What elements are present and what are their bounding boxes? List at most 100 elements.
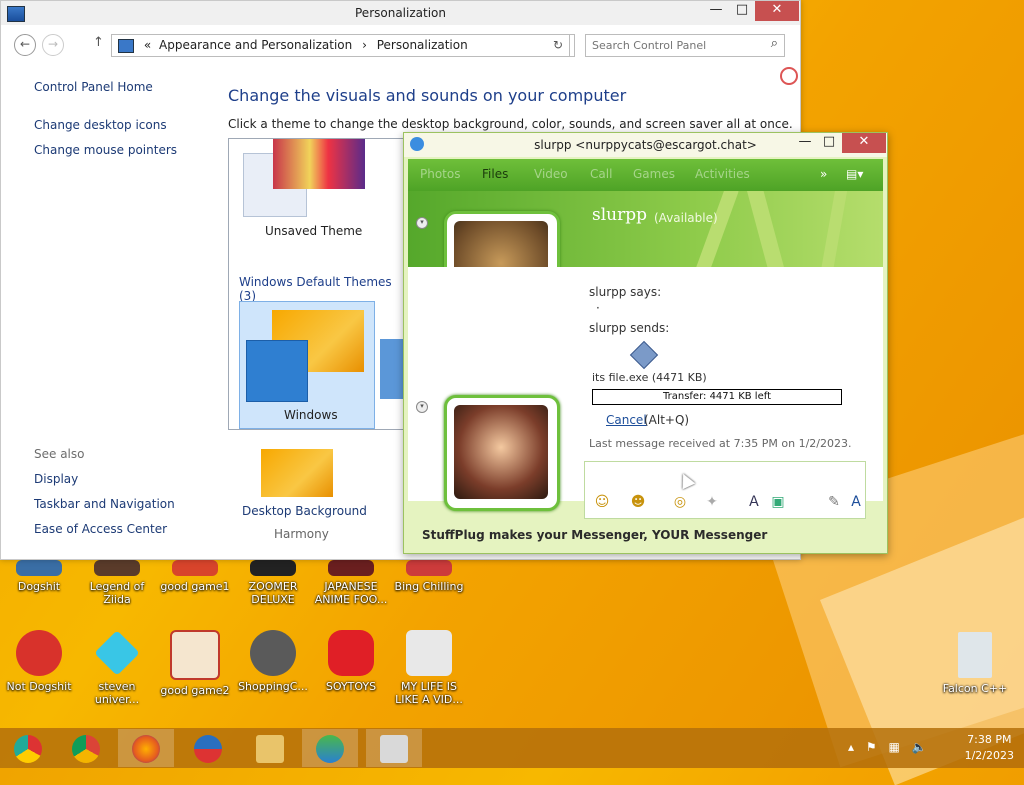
sends-label: slurpp sends: xyxy=(589,321,670,335)
theme-windows-label: Windows xyxy=(284,408,338,422)
show-hidden-icons[interactable]: ▴ xyxy=(848,740,854,754)
desktop-icon-my-life[interactable]: MY LIFE IS LIKE A VID... xyxy=(392,630,466,706)
desktop-icon-label: good game1 xyxy=(160,580,230,593)
network-icon[interactable]: ▦ xyxy=(888,740,899,754)
desktop-icon-legend-of-ziida[interactable]: Legend of Ziida xyxy=(80,560,154,606)
browser-icon xyxy=(14,735,42,763)
sidebar-item-change-desktop-icons[interactable]: Change desktop icons xyxy=(34,118,177,132)
desktop-icon-label: steven univer... xyxy=(94,680,140,706)
unsaved-theme-wallpaper xyxy=(273,139,365,189)
tab-photos[interactable]: Photos xyxy=(420,167,460,181)
messenger-title: slurpp <nurppycats@escargot.chat> xyxy=(534,138,757,152)
bamboo-decoration xyxy=(819,191,849,267)
desktop-icon-bing-chilling[interactable]: Bing Chilling xyxy=(392,560,466,593)
taskbar-chrome[interactable] xyxy=(58,729,114,767)
title-bar[interactable]: Personalization — □ ✕ xyxy=(1,1,800,25)
collapse-icon[interactable]: ▾ xyxy=(416,217,428,229)
see-also-ease-of-access[interactable]: Ease of Access Center xyxy=(34,522,175,536)
sidebar-item-change-mouse-pointers[interactable]: Change mouse pointers xyxy=(34,143,177,157)
desktop-icon-steven-universe[interactable]: steven univer... xyxy=(80,630,154,706)
back-button[interactable]: ← xyxy=(14,34,36,56)
desktop-icon-not-dogshit[interactable]: Not Dogshit xyxy=(2,630,76,693)
says-label: slurpp says: xyxy=(589,285,662,299)
torii-icon xyxy=(170,630,220,680)
desktop-icon-soytoys[interactable]: SOYTOYS xyxy=(314,630,388,693)
search-icon[interactable]: ⌕ xyxy=(771,36,778,51)
tab-files[interactable]: Files xyxy=(482,167,508,181)
address-bar[interactable]: « Appearance and Personalization › Perso… xyxy=(111,34,575,57)
message-input[interactable] xyxy=(588,465,862,491)
up-arrow-icon[interactable]: ↑ xyxy=(93,35,104,50)
desktop-icon-recycle-bin[interactable]: Falcon C++ xyxy=(938,632,1012,695)
voice-clip-icon[interactable]: ✦ xyxy=(703,493,721,511)
tab-games[interactable]: Games xyxy=(633,167,675,181)
breadcrumb-personalization[interactable]: Personalization xyxy=(377,38,468,52)
sidebar-item-control-panel-home[interactable]: Control Panel Home xyxy=(34,80,177,94)
close-button[interactable]: ✕ xyxy=(755,1,799,21)
messenger-tabs: Photos Files Video Call Games Activities… xyxy=(408,159,883,191)
font-icon[interactable]: Ａ xyxy=(745,493,763,511)
recycle-bin-icon xyxy=(958,632,992,678)
taskbar-browser[interactable] xyxy=(0,729,56,767)
search-input[interactable] xyxy=(586,35,768,55)
my-avatar[interactable] xyxy=(444,395,560,511)
taskbar-file-explorer[interactable] xyxy=(242,729,298,767)
taskbar-control-panel[interactable] xyxy=(366,729,422,767)
app-icon xyxy=(16,560,62,576)
maximize-button[interactable]: □ xyxy=(727,1,757,21)
desktop-icon-label: Bing Chilling xyxy=(394,580,464,593)
handwriting-icon[interactable]: ✎ xyxy=(825,493,843,511)
tab-video[interactable]: Video xyxy=(534,167,568,181)
wink-icon[interactable]: ☻ xyxy=(629,493,647,511)
desktop-icon-label: good game2 xyxy=(160,684,230,697)
unsaved-theme-label: Unsaved Theme xyxy=(265,224,363,238)
address-overflow[interactable]: « xyxy=(144,38,151,52)
desktop-icon-label: ZOOMER DELUXE xyxy=(248,580,298,606)
taskbar-obama[interactable] xyxy=(180,729,236,767)
desktop-icon-japanese-anime[interactable]: JAPANESE ANIME FOO... xyxy=(314,560,388,606)
tab-activities[interactable]: Activities xyxy=(695,167,750,181)
cancel-hotkey: (Alt+Q) xyxy=(644,413,690,427)
flag-icon[interactable]: ⚑ xyxy=(866,740,877,754)
desktop-icon-good-game1[interactable]: good game1 xyxy=(158,560,232,593)
diamond-icon xyxy=(94,630,140,676)
taskbar-messenger[interactable] xyxy=(302,729,358,767)
taskbar: ▴ ⚑ ▦ 🔈 7:38 PM 1/2/2023 xyxy=(0,728,1024,768)
bamboo-decoration xyxy=(689,191,741,267)
menu-icon[interactable]: ▤▾ xyxy=(846,167,863,181)
volume-icon[interactable]: 🔈 xyxy=(912,740,927,754)
help-icon[interactable] xyxy=(780,67,798,85)
more-tabs-icon[interactable]: » xyxy=(820,167,827,181)
close-button[interactable]: ✕ xyxy=(842,133,886,153)
taskbar-firefox[interactable] xyxy=(118,729,174,767)
desktop-icon-label: MY LIFE IS LIKE A VID... xyxy=(395,680,463,706)
desktop-icon-dogshit[interactable]: Dogshit xyxy=(2,560,76,593)
text-style-icon[interactable]: A xyxy=(847,493,865,511)
see-also-display[interactable]: Display xyxy=(34,472,175,486)
sidebar: Control Panel Home Change desktop icons … xyxy=(34,80,177,168)
forward-button[interactable]: → xyxy=(42,34,64,56)
nudge-icon[interactable]: ◎ xyxy=(671,493,689,511)
tab-call[interactable]: Call xyxy=(590,167,612,181)
taskbar-clock[interactable]: 7:38 PM 1/2/2023 xyxy=(965,732,1014,764)
desktop-background-link[interactable]: Desktop Background xyxy=(242,504,367,518)
cancel-transfer-link[interactable]: Cancel xyxy=(606,413,647,427)
collapse-icon[interactable]: ▾ xyxy=(416,401,428,413)
messenger-title-bar[interactable]: slurpp <nurppycats@escargot.chat> — □ ✕ xyxy=(404,133,887,157)
desktop-icon-good-game2[interactable]: good game2 xyxy=(158,630,232,697)
background-icon[interactable]: ▣ xyxy=(769,493,787,511)
theme-windows[interactable]: Windows xyxy=(239,301,375,429)
emoticon-icon[interactable]: ☺ xyxy=(593,493,611,511)
desktop-icon-zoomer-deluxe[interactable]: ZOOMER DELUXE xyxy=(236,560,310,606)
gamepad-icon xyxy=(406,630,452,676)
see-also-taskbar[interactable]: Taskbar and Navigation xyxy=(34,497,175,511)
desktop-background-thumbnail[interactable] xyxy=(261,449,333,497)
desktop-icon-shopping[interactable]: ShoppingC... xyxy=(236,630,310,693)
maximize-button[interactable]: □ xyxy=(814,133,844,153)
search-box[interactable]: ⌕ xyxy=(585,34,785,57)
file-icon[interactable] xyxy=(629,340,659,370)
control-panel-icon xyxy=(7,6,25,22)
theme-next-partial[interactable] xyxy=(380,339,404,399)
breadcrumb-appearance[interactable]: Appearance and Personalization xyxy=(159,38,352,52)
refresh-button[interactable]: ↻ xyxy=(547,34,570,57)
